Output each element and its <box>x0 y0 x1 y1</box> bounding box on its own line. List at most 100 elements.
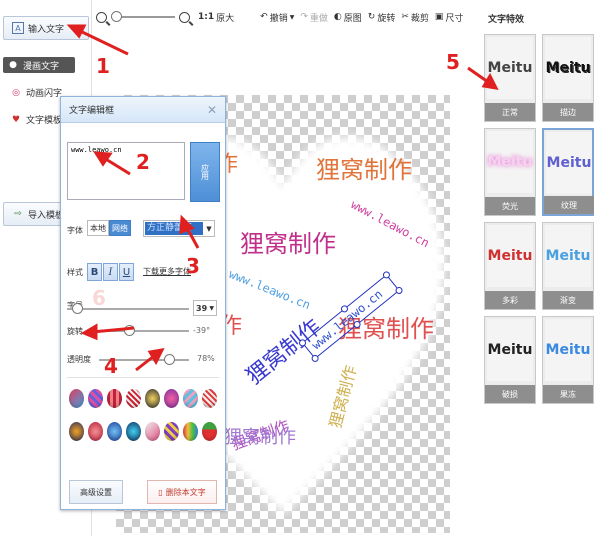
font-online-toggle[interactable]: 网络 <box>109 220 131 236</box>
redo-icon: ↷ <box>300 12 308 22</box>
effect-preview: Meitu <box>545 319 591 381</box>
zoom-reset-label: 1:1 <box>198 12 215 22</box>
size-button[interactable]: ▣ 尺寸 <box>435 11 464 24</box>
undo-label: 撤销 <box>269 13 288 24</box>
text-input[interactable]: www.leawo.cn <box>67 142 185 200</box>
style-label: 样式 <box>67 268 83 277</box>
divider <box>67 377 219 378</box>
effect-glow[interactable]: Meitu 荧光 <box>484 128 536 216</box>
canvas-text[interactable]: 狸窝制作 <box>224 427 296 447</box>
texture-swatch[interactable] <box>69 389 84 408</box>
undo-button[interactable]: ↶ 撤销 ▼ <box>260 11 294 24</box>
effect-label: 荧光 <box>485 197 535 215</box>
size-select[interactable]: 39 ▼ <box>193 300 217 316</box>
original-label: 原图 <box>343 13 362 24</box>
crop-label: 裁剪 <box>410 13 429 24</box>
original-image-button[interactable]: ◐ 原图 <box>334 11 362 24</box>
size-icon: ▣ <box>434 12 444 22</box>
redo-button[interactable]: ↷ 重做 <box>300 11 328 24</box>
annotation-2: 2 <box>136 150 150 174</box>
toolbar: 1:1 原大 ↶ 撤销 ▼ ↷ 重做 ◐ 原图 ↻ 旋转 ✂ 裁剪 ▣ 尺寸 <box>96 6 484 28</box>
crop-button[interactable]: ✂ 裁剪 <box>401 11 429 24</box>
font-local-toggle[interactable]: 本地 <box>87 220 109 236</box>
effect-label: 描边 <box>543 103 593 121</box>
scissors-icon: ✂ <box>401 12 409 22</box>
texture-swatch[interactable] <box>126 422 141 441</box>
rotate-button[interactable]: ↻ 旋转 <box>368 11 396 24</box>
effect-gradient[interactable]: Meitu 渐变 <box>542 222 594 310</box>
sidebar-item-text-template[interactable]: ♥ 文字模板 <box>10 113 63 127</box>
sidebar-item-label: 动画闪字 <box>26 89 63 99</box>
size-select-value: 39 <box>196 303 208 313</box>
font-label: 字体 <box>67 226 83 235</box>
opacity-slider-thumb[interactable] <box>164 354 176 365</box>
rotate-icon: ↻ <box>367 12 376 22</box>
texture-swatch[interactable] <box>88 389 103 408</box>
original-size-button[interactable]: 1:1 原大 <box>198 11 234 24</box>
input-text-label: 输入文字 <box>28 24 65 35</box>
effect-normal[interactable]: Meitu 正常 <box>484 34 536 122</box>
image-icon: ◐ <box>333 12 342 22</box>
chevron-down-icon: ▼ <box>209 304 214 312</box>
effect-stroke[interactable]: Meitu 描边 <box>542 34 594 122</box>
delete-text-button[interactable]: ▯ 删除本文字 <box>147 480 217 504</box>
italic-button[interactable]: I <box>103 263 118 281</box>
effect-label: 纹理 <box>544 196 594 214</box>
input-text-button[interactable]: A 输入文字 <box>3 16 89 40</box>
texture-swatch[interactable] <box>145 422 160 441</box>
close-icon[interactable]: ✕ <box>207 103 217 117</box>
effect-preview: Meitu <box>487 225 533 287</box>
zoom-in-icon[interactable] <box>179 11 190 23</box>
sidebar-item-animated-text[interactable]: ◎ 动画闪字 <box>10 86 63 100</box>
size-slider-thumb[interactable] <box>71 303 83 314</box>
trash-icon: ▯ <box>158 487 163 497</box>
advanced-settings-button[interactable]: 高级设置 <box>69 480 123 504</box>
zoom-out-icon[interactable] <box>96 11 107 23</box>
texture-swatch[interactable] <box>202 389 217 408</box>
texture-swatch[interactable] <box>88 422 103 441</box>
texture-swatch[interactable] <box>164 422 179 441</box>
rotate-slider[interactable] <box>91 330 189 332</box>
texture-swatch[interactable] <box>126 389 141 408</box>
canvas-text[interactable]: 狸窝制作 <box>240 231 336 258</box>
font-select[interactable]: 方正静蕾简 ▼ <box>143 220 215 237</box>
texture-swatch[interactable] <box>107 422 122 441</box>
bold-button[interactable]: B <box>87 263 102 281</box>
size-slider[interactable] <box>67 308 189 310</box>
canvas-text[interactable]: 狸窝制作 <box>316 157 412 184</box>
texture-swatch[interactable] <box>164 389 179 408</box>
sidebar-item-label: 漫画文字 <box>23 61 60 72</box>
effect-texture[interactable]: Meitu 纹理 <box>542 128 594 216</box>
sidebar-item-comic-text[interactable]: ● 漫画文字 <box>3 57 75 73</box>
underline-button[interactable]: U <box>119 263 134 281</box>
apply-button[interactable]: 应用 <box>190 142 220 202</box>
effect-damaged[interactable]: Meitu 破损 <box>484 316 536 404</box>
font-select-value: 方正静蕾简 <box>145 222 203 235</box>
texture-swatch[interactable] <box>183 422 198 441</box>
dialog-title: 文字编辑框 <box>69 106 115 116</box>
texture-swatch[interactable] <box>69 422 84 441</box>
delete-text-label: 删除本文字 <box>165 487 206 497</box>
zoom-original-label: 原大 <box>216 13 235 24</box>
texture-swatches <box>69 389 219 441</box>
dialog-header[interactable]: 文字编辑框 ✕ <box>61 97 225 123</box>
zoom-slider[interactable] <box>111 11 175 22</box>
zoom-slider-thumb[interactable] <box>111 11 122 22</box>
effect-preview: Meitu <box>545 37 591 99</box>
redo-label: 重做 <box>309 13 328 24</box>
effect-multicolor[interactable]: Meitu 多彩 <box>484 222 536 310</box>
effect-label: 正常 <box>485 103 535 121</box>
texture-swatch[interactable] <box>202 422 217 441</box>
effect-preview: Meitu <box>545 225 591 287</box>
texture-swatch[interactable] <box>107 389 122 408</box>
sidebar-item-label: 文字模板 <box>26 116 63 126</box>
comic-bubble-icon: ● <box>9 60 17 70</box>
download-fonts-link[interactable]: 下载更多字体 <box>143 266 191 277</box>
annotation-5: 5 <box>446 50 460 74</box>
rotate-slider-thumb[interactable] <box>124 325 136 336</box>
effect-jelly[interactable]: Meitu 果冻 <box>542 316 594 404</box>
texture-swatch[interactable] <box>145 389 160 408</box>
undo-icon: ↶ <box>260 12 268 22</box>
annotation-1: 1 <box>96 54 110 78</box>
texture-swatch[interactable] <box>183 389 198 408</box>
